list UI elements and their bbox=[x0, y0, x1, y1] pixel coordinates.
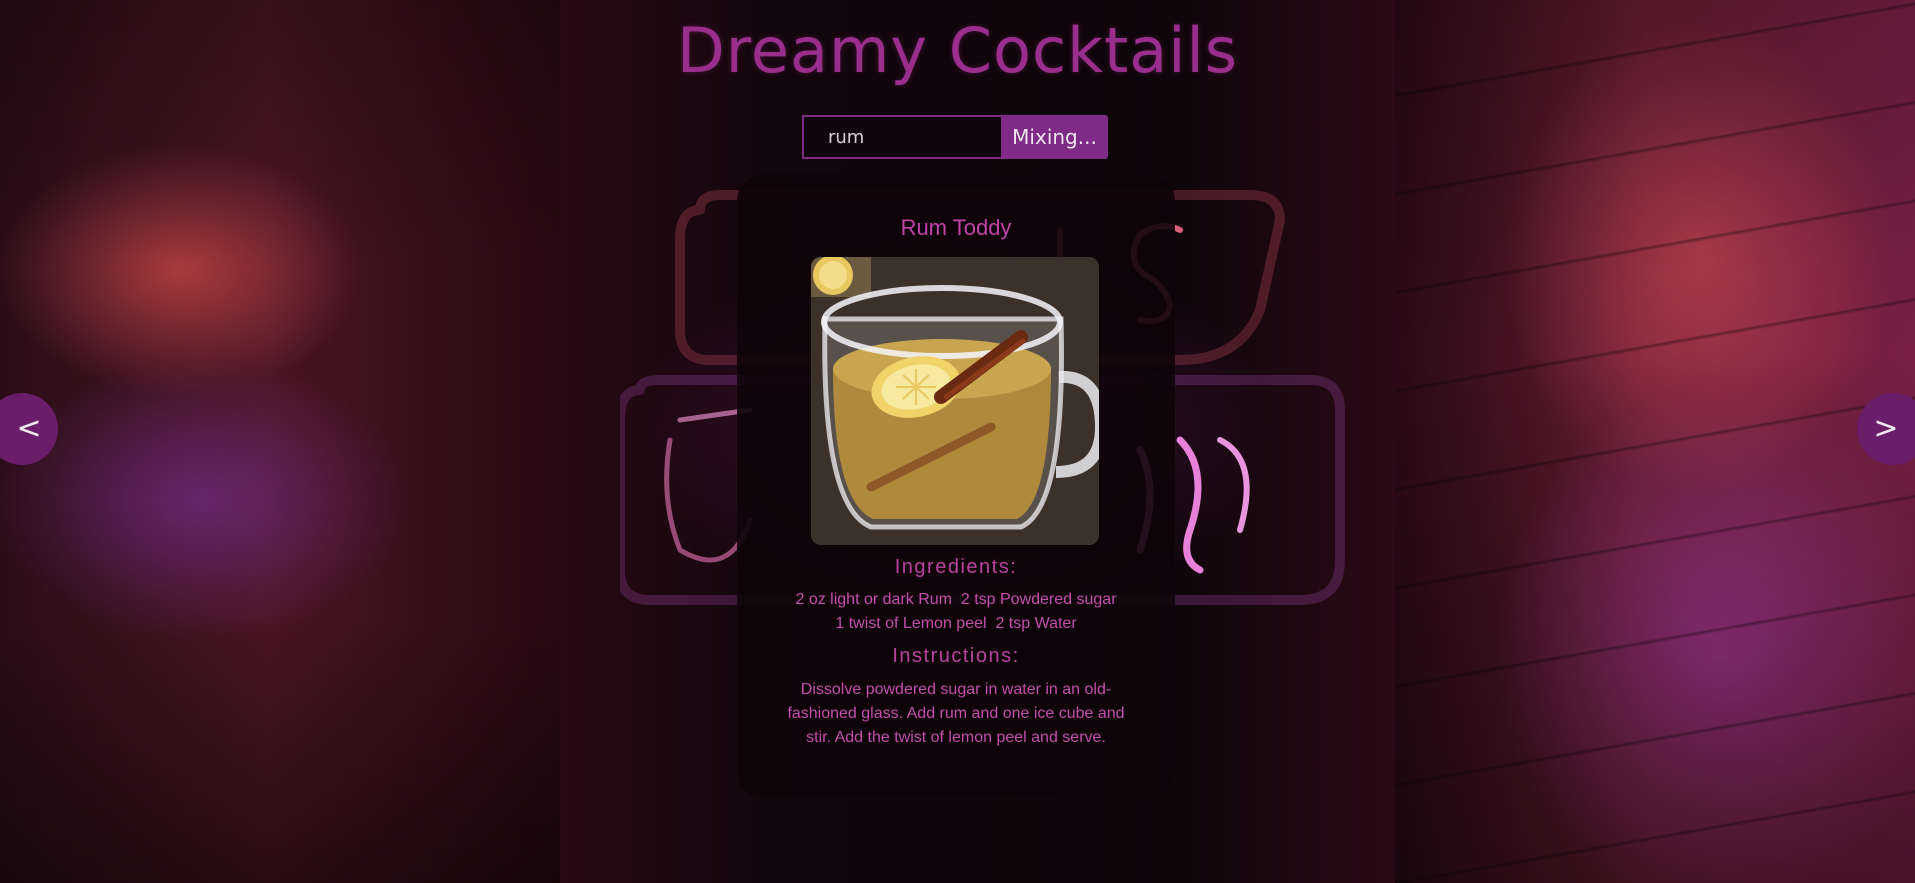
search-input[interactable] bbox=[802, 115, 1001, 159]
instructions-text: Dissolve powdered sugar in water in an o… bbox=[787, 681, 1125, 746]
search-bar: Mixing... bbox=[802, 115, 1108, 159]
ingredients-heading: Ingredients: bbox=[894, 556, 1018, 578]
page-background: Dreamy Cocktails Mixing... Rum Toddy bbox=[0, 0, 1915, 883]
app-title: Dreamy Cocktails bbox=[676, 14, 1239, 87]
ingredient-item: 2 oz light or dark Rum bbox=[795, 591, 952, 608]
background-left-wall bbox=[0, 0, 560, 883]
hot-toddy-glass-image bbox=[811, 257, 1099, 545]
search-button[interactable]: Mixing... bbox=[1001, 115, 1108, 159]
instructions-heading: Instructions: bbox=[892, 645, 1020, 667]
ingredient-item: 2 tsp Water bbox=[995, 615, 1077, 632]
cocktail-card: Rum Toddy Ingredients: 2 oz light or dar… bbox=[737, 175, 1175, 797]
background-right-wall bbox=[1395, 0, 1915, 883]
ingredients-list: 2 oz light or dark Rum 2 tsp Powdered su… bbox=[777, 588, 1135, 636]
ingredient-item: 2 tsp Powdered sugar bbox=[960, 591, 1117, 608]
cocktail-image bbox=[811, 257, 1099, 545]
cocktail-name: Rum Toddy bbox=[900, 215, 1012, 240]
ingredient-item: 1 twist of Lemon peel bbox=[835, 615, 987, 632]
